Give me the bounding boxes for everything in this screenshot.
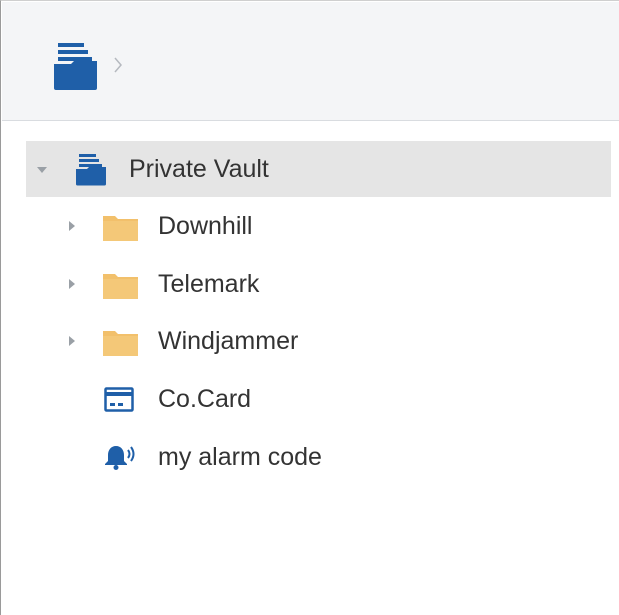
tree-item-label: my alarm code <box>158 443 322 471</box>
caret-right-icon[interactable] <box>66 220 78 232</box>
folder-icon <box>103 216 138 241</box>
breadcrumb <box>2 2 619 121</box>
folder-icon <box>103 331 138 356</box>
tree-row-co-card[interactable]: Co.Card <box>26 371 611 427</box>
folder-icon <box>103 274 138 299</box>
alarm-bell-icon <box>105 446 135 470</box>
tree-item-label: Co.Card <box>158 385 252 413</box>
chevron-right-icon <box>114 57 122 73</box>
tree-item-label: Windjammer <box>158 327 299 355</box>
caret-right-icon[interactable] <box>66 335 78 347</box>
vault-browser-panel: Private Vault Downhill Telemark Windjamm… <box>0 0 619 615</box>
caret-right-icon[interactable] <box>66 278 78 290</box>
vault-stack-icon[interactable] <box>51 40 103 92</box>
tree-item-label: Private Vault <box>129 155 269 183</box>
caret-down-icon[interactable] <box>36 164 48 176</box>
tree-row-private-vault[interactable]: Private Vault <box>26 141 611 197</box>
tree-row-my-alarm-code[interactable]: my alarm code <box>26 429 611 485</box>
tree-item-label: Telemark <box>158 270 260 298</box>
tree-row-windjammer[interactable]: Windjammer <box>26 313 611 369</box>
tree-item-label: Downhill <box>158 212 253 240</box>
tree-row-telemark[interactable]: Telemark <box>26 256 611 312</box>
credit-card-icon <box>104 387 134 412</box>
tree-row-downhill[interactable]: Downhill <box>26 198 611 254</box>
vault-stack-icon <box>76 154 106 186</box>
